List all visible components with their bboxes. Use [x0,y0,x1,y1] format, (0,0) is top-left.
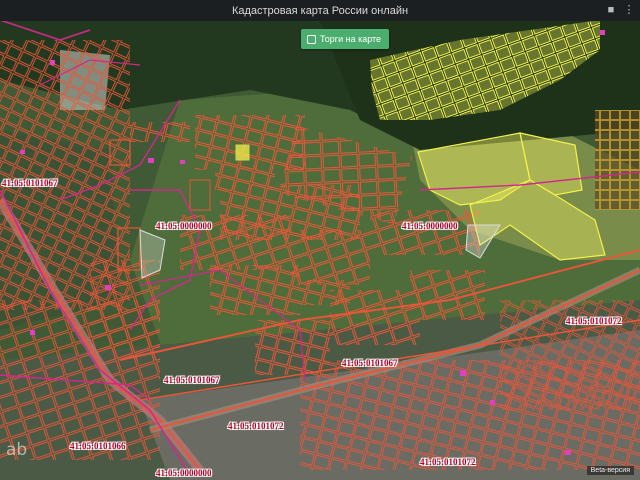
cadastral-label[interactable]: 41:05:0101072 [228,421,284,431]
cadastral-label[interactable]: 41:05:0101067 [164,375,220,385]
cadastral-label[interactable]: 41:05:0101067 [2,178,58,188]
watermark-logo: ab [6,440,28,460]
beta-badge: Beta-версия [586,466,634,475]
cadastral-label[interactable]: 41:05:0101066 [70,441,126,451]
cadastral-label[interactable]: 41:05:0101072 [420,457,476,467]
menu-icon[interactable]: ⋮ [622,3,636,17]
auction-button-label: Торги на карте [320,34,382,44]
cadastral-label[interactable]: 41:05:0000000 [156,468,212,478]
cadastral-label[interactable]: 41:05:0101067 [342,358,398,368]
bookmark-icon[interactable]: ■ [604,3,618,17]
title-bar: Кадастровая карта России онлайн ■ ⋮ [0,0,640,21]
cadastral-map[interactable] [0,21,640,480]
cadastral-label[interactable]: 41:05:0000000 [156,221,212,231]
auction-map-button[interactable]: Торги на карте [301,29,390,49]
page-title: Кадастровая карта России онлайн [231,4,409,17]
cadastral-label[interactable]: 41:05:0000000 [402,221,458,231]
checkbox-icon [307,34,316,44]
cadastral-label[interactable]: 41:05:0101072 [566,316,622,326]
